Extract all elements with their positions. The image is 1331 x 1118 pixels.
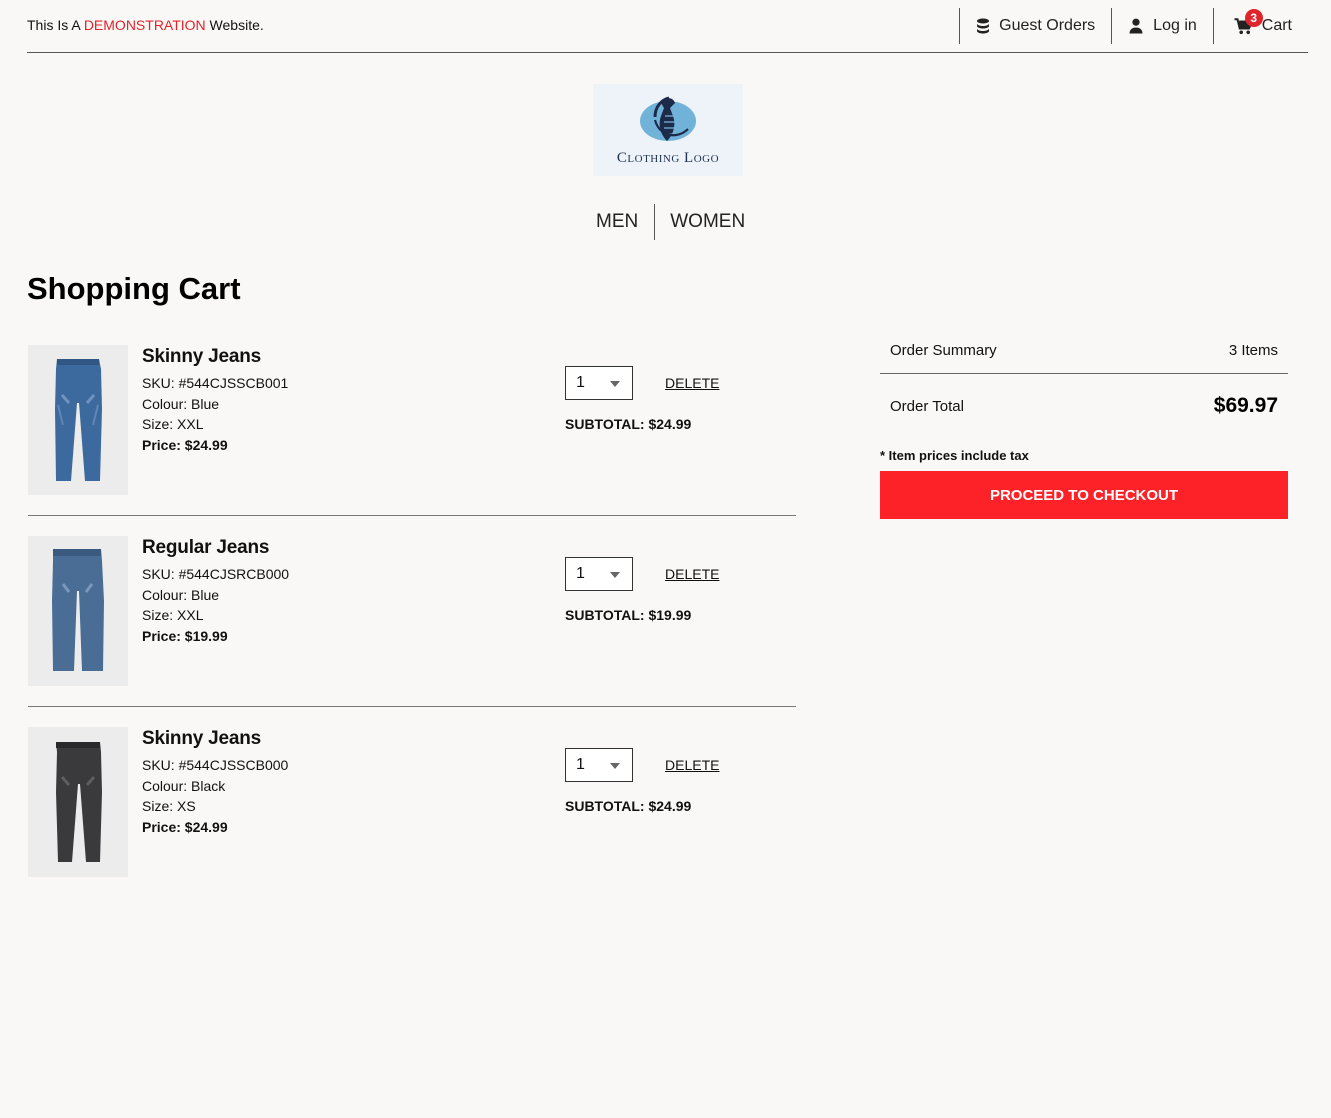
hanger-dress-icon <box>640 96 696 141</box>
order-total-label: Order Total <box>890 397 964 415</box>
product-image[interactable] <box>28 345 128 495</box>
top-bar: This Is A DEMONSTRATION Website. Guest O… <box>27 0 1308 53</box>
item-price: Price: $19.99 <box>142 627 228 644</box>
site-logo[interactable]: Clothing Logo <box>593 84 743 176</box>
cart-item: Regular Jeans SKU: #544CJSRCB000 Colour:… <box>28 536 796 707</box>
quantity-value: 1 <box>576 756 585 773</box>
item-size: Size: XXL <box>142 416 204 432</box>
item-subtotal: SUBTOTAL: $24.99 <box>565 798 692 814</box>
user-icon <box>1129 18 1143 34</box>
cart-item: Skinny Jeans SKU: #544CJSSCB000 Colour: … <box>28 727 796 897</box>
item-colour: Colour: Blue <box>142 395 220 412</box>
order-total-amount: $69.97 <box>1213 394 1278 417</box>
quantity-value: 1 <box>576 565 585 582</box>
item-price: Price: $24.99 <box>142 818 228 835</box>
quantity-value: 1 <box>576 374 585 391</box>
delete-button[interactable]: DELETE <box>665 375 719 391</box>
nav-women[interactable]: WOMEN <box>654 204 761 240</box>
product-image[interactable] <box>28 536 128 686</box>
item-info: Regular Jeans SKU: #544CJSRCB000 Colour:… <box>142 536 289 646</box>
delete-button[interactable]: DELETE <box>665 757 719 773</box>
item-name[interactable]: Skinny Jeans <box>142 727 288 751</box>
quantity-select[interactable]: 1 <box>565 557 633 591</box>
item-sku: SKU: #544CJSRCB000 <box>142 566 290 582</box>
order-total-row: Order Total $69.97 <box>880 374 1288 438</box>
item-sku: SKU: #544CJSSCB001 <box>142 375 289 391</box>
page-title: Shopping Cart <box>27 271 241 306</box>
order-summary-label: Order Summary <box>890 342 997 359</box>
guest-orders-link[interactable]: Guest Orders <box>959 8 1111 44</box>
item-sku: SKU: #544CJSSCB000 <box>142 757 289 773</box>
quantity-select[interactable]: 1 <box>565 748 633 782</box>
guest-orders-label: Guest Orders <box>999 17 1096 34</box>
quantity-select[interactable]: 1 <box>565 366 633 400</box>
cart-label: Cart <box>1261 17 1292 34</box>
item-colour: Colour: Black <box>142 777 226 794</box>
item-colour: Colour: Blue <box>142 586 220 603</box>
jeans-image <box>52 549 104 671</box>
item-size: Size: XS <box>142 798 196 814</box>
cart-count-badge: 3 <box>1244 9 1263 27</box>
item-info: Skinny Jeans SKU: #544CJSSCB000 Colour: … <box>142 727 288 837</box>
login-label: Log in <box>1153 17 1197 34</box>
item-subtotal: SUBTOTAL: $19.99 <box>565 607 692 623</box>
caret-down-icon <box>610 572 620 578</box>
item-name[interactable]: Skinny Jeans <box>142 345 288 369</box>
cart-link[interactable]: 3 Cart <box>1212 8 1308 44</box>
item-size: Size: XXL <box>142 607 204 623</box>
order-summary-header: Order Summary 3 Items <box>880 328 1288 374</box>
main-nav: MEN WOMEN <box>578 204 761 240</box>
caret-down-icon <box>610 763 620 769</box>
caret-down-icon <box>610 381 620 387</box>
demo-highlight: DEMONSTRATION <box>83 17 206 33</box>
proceed-to-checkout-button[interactable]: PROCEED TO CHECKOUT <box>880 471 1288 519</box>
item-count: 3 Items <box>1228 342 1278 359</box>
nav-men[interactable]: MEN <box>578 204 654 240</box>
item-subtotal: SUBTOTAL: $24.99 <box>565 416 692 432</box>
item-price: Price: $24.99 <box>142 436 228 453</box>
cart-item: Skinny Jeans SKU: #544CJSSCB001 Colour: … <box>28 345 796 516</box>
demo-notice: This Is A DEMONSTRATION Website. <box>27 17 264 33</box>
account-links: Guest Orders Log in 3 Cart <box>959 8 1308 44</box>
product-image[interactable] <box>28 727 128 877</box>
login-link[interactable]: Log in <box>1111 8 1213 44</box>
database-icon <box>977 18 990 34</box>
order-summary: Order Summary 3 Items Order Total $69.97… <box>880 328 1288 519</box>
item-info: Skinny Jeans SKU: #544CJSSCB001 Colour: … <box>142 345 288 455</box>
tax-note: * Item prices include tax <box>880 448 1029 463</box>
jeans-image <box>56 742 102 862</box>
jeans-image <box>55 359 102 481</box>
delete-button[interactable]: DELETE <box>665 566 719 582</box>
item-name[interactable]: Regular Jeans <box>142 536 289 560</box>
logo-text: Clothing Logo <box>616 150 720 166</box>
